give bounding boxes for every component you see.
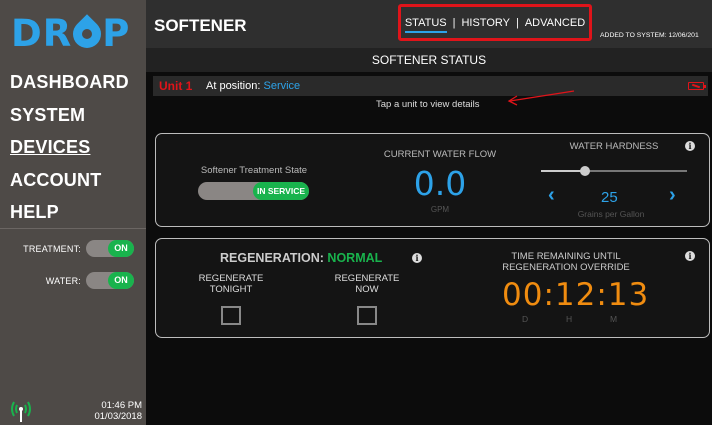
regenerate-tonight-checkbox[interactable] [221,306,241,325]
nav-item-system[interactable]: SYSTEM [10,99,129,132]
override-label-line1: TIME REMAINING UNTIL [511,251,621,262]
nav-item-dashboard[interactable]: DASHBOARD [10,66,129,99]
water-toggle-label: WATER: [45,275,81,286]
tab-separator: | [515,16,519,29]
treatment-toggle-state: ON [108,240,134,257]
timer-unit-hours: H [566,314,573,324]
unit-row[interactable]: Unit 1 At position: Service [153,76,708,96]
treatment-toggle-label: TREATMENT: [23,243,81,254]
regeneration-panel: REGENERATION: NORMAL i REGENERATE TONIGH… [155,238,710,338]
timer-unit-minutes: M [610,314,618,324]
regenerate-tonight-label-line1: REGENERATE [198,273,264,284]
drop-logo[interactable]: DR P [11,14,130,54]
header: SOFTENER STATUS | HISTORY | ADVANCED ADD… [146,0,712,48]
nav-item-help[interactable]: HELP [10,196,129,229]
page-title: SOFTENER [154,16,247,35]
regeneration-state: NORMAL [327,251,383,265]
water-hardness-unit: Grains per Gallon [577,209,645,219]
water-toggle[interactable]: ON [86,272,134,289]
clock: 01:46 PM 01/03/2018 [94,400,142,422]
regeneration-title: REGENERATION: NORMAL [220,251,382,265]
water-toggle-row: WATER: ON [46,272,134,289]
override-label: TIME REMAINING UNTIL REGENERATION OVERRI… [492,251,640,273]
logo-suffix: P [102,12,131,55]
water-flow-value: 0.0 [413,164,467,203]
regenerate-now-checkbox[interactable] [357,306,377,325]
sidebar-nav: DASHBOARD SYSTEM DEVICES ACCOUNT HELP [10,66,129,229]
softener-status-panel: Softener Treatment State IN SERVICE CURR… [155,133,710,227]
unit-name: Unit 1 [159,79,193,93]
tab-history[interactable]: HISTORY [459,17,512,29]
hardness-decrease-chevron-icon[interactable]: ‹ [548,184,555,207]
hardness-info-icon[interactable]: i [685,141,695,151]
treatment-toggle[interactable]: ON [86,240,134,257]
regenerate-now-label: REGENERATE NOW [322,273,412,295]
sidebar-divider [0,228,146,229]
treatment-state-label: Softener Treatment State [200,165,308,176]
position-value: Service [263,80,301,92]
tab-status[interactable]: STATUS [403,17,449,33]
clock-date: 01/03/2018 [94,411,142,422]
battery-empty-icon [688,82,706,90]
regenerate-now-label-line2: NOW [355,284,379,295]
water-hardness-value: 25 [601,189,618,206]
override-timer: 00:12:13 [502,277,650,313]
tab-separator: | [452,16,456,29]
signal-icon [11,401,31,422]
regeneration-info-icon[interactable]: i [412,253,422,263]
tap-hint: Tap a unit to view details [376,99,480,110]
hardness-slider-thumb[interactable] [579,166,590,176]
water-flow-unit: GPM [430,205,450,214]
water-toggle-state: ON [108,272,134,289]
regenerate-tonight-label-line2: TONIGHT [209,284,253,295]
nav-item-account[interactable]: ACCOUNT [10,164,129,197]
override-info-icon[interactable]: i [685,251,695,261]
regeneration-title-label: REGENERATION: [220,251,324,265]
tab-advanced[interactable]: ADVANCED [523,17,587,29]
sidebar: DR P DASHBOARD SYSTEM DEVICES ACCOUNT HEL… [0,0,146,425]
tab-bar: STATUS | HISTORY | ADVANCED [398,4,592,41]
water-hardness-label: WATER HARDNESS [569,141,659,152]
red-arrow-annotation [507,90,575,106]
clock-time: 01:46 PM [101,400,142,411]
timer-unit-days: D [522,314,529,324]
water-flow-label: CURRENT WATER FLOW [383,149,497,160]
hardness-slider[interactable] [541,166,687,176]
override-label-line2: REGENERATION OVERRIDE [502,262,630,273]
hardness-increase-chevron-icon[interactable]: › [669,184,676,207]
unit-position: At position: Service [206,80,300,92]
regenerate-tonight-label: REGENERATE TONIGHT [186,273,276,295]
treatment-state-value: IN SERVICE [253,182,309,200]
added-to-system: ADDED TO SYSTEM: 12/06/201 [600,32,699,39]
nav-item-devices[interactable]: DEVICES [10,131,129,164]
treatment-state-toggle[interactable]: IN SERVICE [198,182,309,200]
position-label: At position: [206,80,261,92]
logo-prefix: DR [11,12,73,55]
treatment-toggle-row: TREATMENT: ON [23,240,134,257]
regenerate-now-label-line1: REGENERATE [334,273,400,284]
status-title: SOFTENER STATUS [146,48,712,72]
hardness-slider-fill [541,170,585,172]
